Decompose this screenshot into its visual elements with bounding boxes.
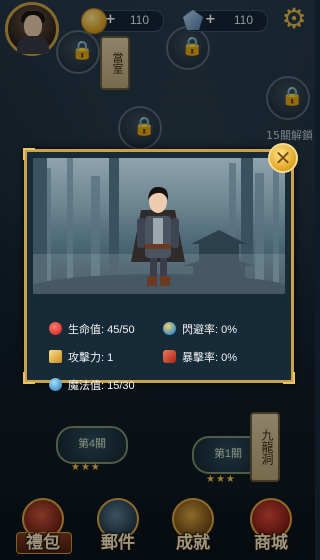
stat-mp: 魔法值: 15/30 <box>49 377 135 393</box>
stat-crit-value: 0% <box>221 352 238 364</box>
stat-crit-label: 暴擊率: <box>182 352 219 364</box>
character-stats-modal: ✕ 生命值: 45/50 閃避率: 0% 攻擊力: 1 暴擊率: 0% 魔法值:… <box>23 143 298 392</box>
close-icon: ✕ <box>274 146 292 170</box>
red-orb-icon <box>49 322 62 335</box>
modal-corner-ornament <box>283 372 295 384</box>
crit-icon <box>163 350 176 363</box>
stat-mp-value: 15/30 <box>107 380 135 392</box>
evasion-icon <box>163 322 176 335</box>
stat-evasion-value: 0% <box>221 324 238 336</box>
stat-hp-value: 45/50 <box>107 324 135 336</box>
character-scene <box>33 158 285 294</box>
stat-hp-label: 生命值: <box>68 324 105 336</box>
close-button[interactable]: ✕ <box>268 143 298 173</box>
stat-evasion-label: 閃避率: <box>182 324 219 336</box>
stat-hp: 生命值: 45/50 <box>49 321 135 337</box>
attack-icon <box>49 350 62 363</box>
stat-mp-label: 魔法值: <box>68 380 105 392</box>
stat-attack-value: 1 <box>107 352 114 364</box>
stat-crit: 暴擊率: 0% <box>163 349 237 365</box>
mana-icon <box>49 378 62 391</box>
modal-corner-ornament <box>23 372 35 384</box>
stat-attack-label: 攻擊力: <box>68 352 105 364</box>
stat-attack: 攻擊力: 1 <box>49 349 113 365</box>
hero-character <box>131 186 185 286</box>
stat-evasion: 閃避率: 0% <box>163 321 237 337</box>
